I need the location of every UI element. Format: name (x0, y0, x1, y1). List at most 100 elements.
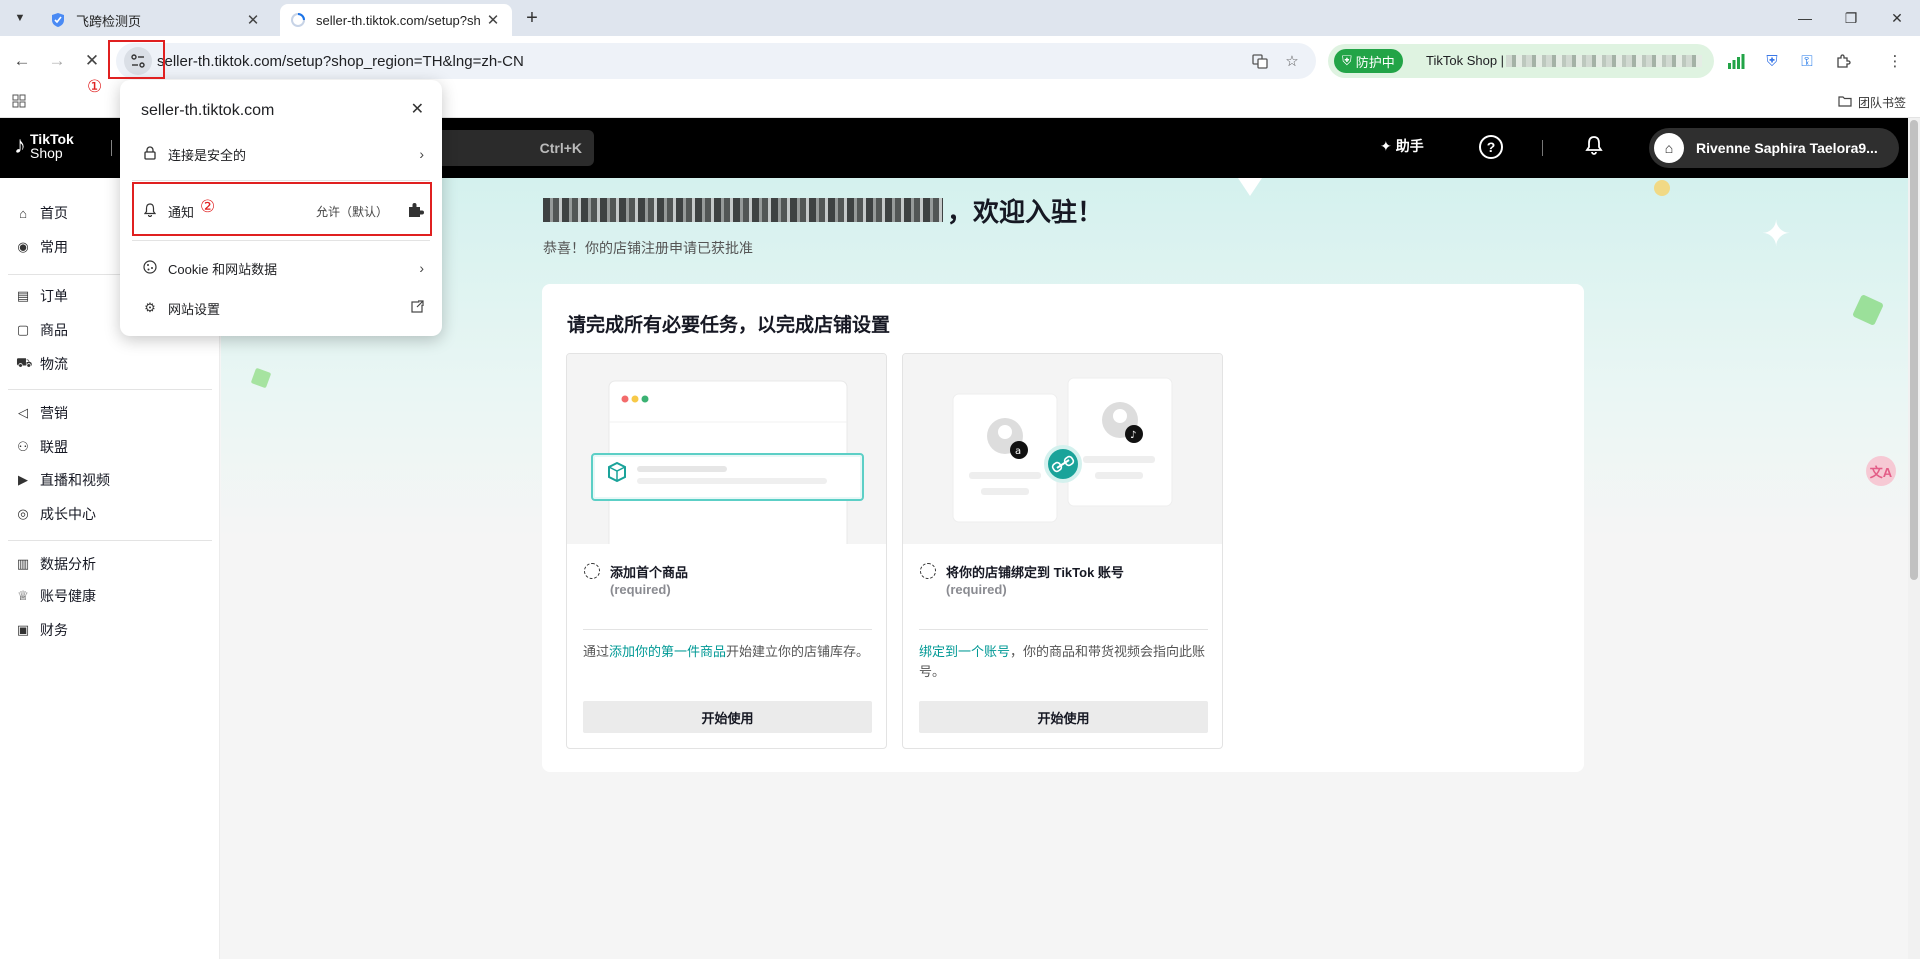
annotation-box-notifications (132, 182, 432, 236)
task-name: 添加首个商品 (610, 565, 689, 580)
apps-grid-icon[interactable] (12, 94, 26, 111)
bell-icon[interactable] (1585, 135, 1603, 160)
sidebar-item-label: 联盟 (40, 439, 68, 455)
connection-security-row[interactable]: 连接是安全的 › (142, 142, 424, 166)
folder-icon (1838, 95, 1852, 110)
stop-loading-icon[interactable]: ✕ (78, 47, 106, 75)
sidebar-item-marketing[interactable]: ◁ 营销 (16, 401, 68, 425)
sidebar-item-label: 数据分析 (40, 556, 96, 572)
sidebar-item-frequent[interactable]: ◉ 常用 (16, 235, 68, 259)
divider (8, 389, 212, 390)
home-icon: ⌂ (19, 205, 27, 221)
extensions-puzzle-icon[interactable] (1832, 50, 1854, 72)
logistics-icon: ⛟ (16, 355, 33, 370)
annotation-box-site-info (108, 40, 165, 79)
tiktok-logo-icon: ♪ (14, 132, 26, 159)
bookmark-star-icon[interactable]: ☆ (1282, 51, 1302, 71)
sidebar-item-label: 物流 (40, 356, 68, 372)
tab-active[interactable]: seller-th.tiktok.com/setup?sh ✕ (280, 4, 512, 36)
svg-text:♪: ♪ (1130, 430, 1136, 441)
desc-text: 通过 (583, 644, 610, 659)
bind-account-link[interactable]: 绑定到一个账号 (919, 644, 1010, 659)
site-settings-row[interactable]: ⚙ 网站设置 (142, 296, 424, 320)
chevron-right-icon: › (419, 146, 424, 162)
close-tab-icon[interactable]: ✕ (244, 11, 262, 29)
new-tab-icon[interactable]: + (520, 6, 544, 30)
sidebar-item-analytics[interactable]: ▥ 数据分析 (16, 552, 96, 576)
sidebar-item-label: 首页 (40, 205, 68, 221)
help-icon[interactable]: ? (1479, 135, 1503, 159)
product-icon: ▢ (16, 322, 30, 337)
task-add-product: 添加首个商品 (required) 通过添加你的第一件商品开始建立你的店铺库存。… (566, 353, 887, 749)
setup-tasks-card: 请完成所有必要任务，以完成店铺设置 添加首个商品 (required) 通过添加… (542, 284, 1584, 772)
translate-icon[interactable] (1250, 51, 1270, 71)
sidebar-item-growth[interactable]: ◎ 成长中心 (16, 502, 96, 526)
start-add-product-button[interactable]: 开始使用 (583, 701, 872, 733)
sidebar-item-logistics[interactable]: ⛟ 物流 (16, 352, 68, 376)
menu-kebab-icon[interactable]: ⋮ (1884, 50, 1906, 72)
sidebar-item-products[interactable]: ▢ 商品 (16, 318, 68, 342)
marketing-icon: ◁ (18, 405, 28, 420)
protection-badge: ⛨ 防护中 (1334, 49, 1403, 73)
search-shortcut: Ctrl+K (539, 140, 582, 156)
signal-bars-icon[interactable] (1725, 50, 1747, 72)
close-icon[interactable]: ✕ (411, 99, 424, 119)
card-title: 请完成所有必要任务，以完成店铺设置 (567, 315, 891, 336)
account-menu[interactable]: ⌂ Rivenne Saphira Taelora9... (1649, 128, 1899, 168)
scrollbar-thumb[interactable] (1910, 120, 1918, 580)
sidebar-item-finance[interactable]: ▣ 财务 (16, 618, 68, 642)
sidebar-item-live-video[interactable]: ▶ 直播和视频 (16, 468, 110, 492)
user-name: Rivenne Saphira Taelora9... (1696, 140, 1878, 156)
add-first-product-link[interactable]: 添加你的第一件商品 (609, 644, 726, 659)
sidebar-item-affiliate[interactable]: ⚇ 联盟 (16, 435, 68, 459)
task-required: (required) (946, 582, 1007, 597)
translate-float-icon[interactable]: 文A (1866, 456, 1896, 486)
annotation-marker-1: ① (87, 77, 103, 96)
bookmark-folder[interactable]: 团队书签 (1838, 94, 1906, 111)
key-icon[interactable]: ⚿ (1796, 50, 1818, 72)
shield-extension-icon[interactable]: ⛨ (1761, 50, 1783, 72)
extension-status-pill[interactable]: ⛨ 防护中 TikTok Shop | (1328, 44, 1714, 78)
browser-tabstrip: ▼ 飞跨检测页 ✕ seller-th.tiktok.com/setup?sh … (0, 0, 1920, 36)
tab-search-button[interactable]: ▼ (8, 6, 32, 30)
divider (132, 240, 430, 241)
frequent-icon: ◉ (17, 239, 29, 254)
sidebar-item-label: 账号健康 (40, 588, 96, 604)
forward-icon[interactable]: → (43, 47, 71, 75)
assistant-button[interactable]: ✦ 助手 (1380, 136, 1424, 156)
restore-icon[interactable]: ❐ (1828, 0, 1874, 36)
sidebar-item-orders[interactable]: ▤ 订单 (16, 284, 68, 308)
chevron-right-icon: › (419, 260, 424, 276)
cookie-icon (142, 259, 158, 277)
task-name: 将你的店铺绑定到 TikTok 账号 (946, 565, 1124, 580)
page-scrollbar[interactable] (1908, 118, 1920, 959)
finance-icon: ▣ (16, 622, 30, 637)
task-required: (required) (610, 582, 671, 597)
sidebar-item-label: 商品 (40, 322, 68, 338)
analytics-icon: ▥ (16, 556, 30, 571)
bind-account-illustration: a ♪ (903, 354, 1222, 544)
live-video-icon: ▶ (18, 472, 28, 487)
sidebar-item-label: 订单 (40, 288, 68, 304)
start-bind-account-button[interactable]: 开始使用 (919, 701, 1208, 733)
svg-text:a: a (1015, 446, 1021, 457)
sidebar-item-account-health[interactable]: ♕ 账号健康 (16, 584, 96, 608)
gear-icon: ⚙ (144, 300, 156, 315)
address-bar[interactable]: seller-th.tiktok.com/setup?shop_region=T… (116, 43, 1316, 79)
back-icon[interactable]: ← (8, 47, 36, 75)
minimize-icon[interactable]: — (1782, 0, 1828, 36)
browser-toolbar: ← → ✕ seller-th.tiktok.com/setup?shop_re… (0, 36, 1920, 86)
row-label: 连接是安全的 (168, 147, 247, 163)
url-text[interactable]: seller-th.tiktok.com/setup?shop_region=T… (157, 53, 524, 70)
welcome-heading: ，欢迎入驻！ (543, 194, 1103, 227)
close-tab-icon[interactable]: ✕ (484, 11, 502, 29)
cookies-row[interactable]: Cookie 和网站数据 › (142, 256, 424, 280)
divider (8, 540, 212, 541)
tab-inactive[interactable]: 飞跨检测页 ✕ (40, 4, 272, 36)
tiktok-shop-logo[interactable]: ♪ TikTok Shop (14, 132, 74, 160)
sidebar-item-home[interactable]: ⌂ 首页 (16, 201, 68, 225)
redacted-shop-name (543, 198, 943, 222)
close-window-icon[interactable]: ✕ (1874, 0, 1920, 36)
task-status-radio (920, 563, 936, 579)
task-description: 绑定到一个账号，你的商品和带货视频会指向此账号。 (919, 642, 1214, 682)
